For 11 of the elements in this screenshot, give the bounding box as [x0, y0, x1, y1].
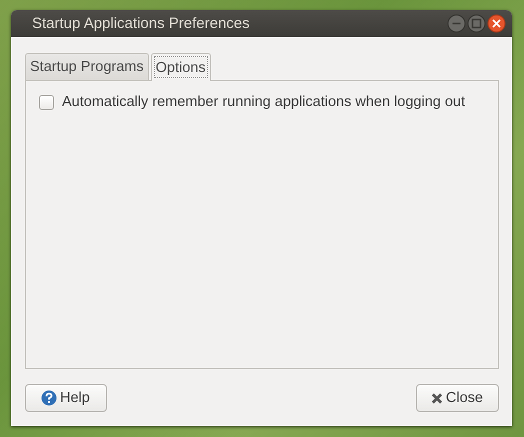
tab[interactable]: Options	[150, 53, 211, 81]
checkbox-label[interactable]: Automatically remember running applications when logging out	[62, 94, 466, 110]
close-button[interactable]: Close	[416, 384, 499, 412]
close-icon[interactable]	[487, 14, 506, 33]
tab[interactable]: Startup Programs	[25, 53, 149, 80]
close-icon	[431, 392, 443, 404]
checkbox[interactable]	[39, 94, 54, 110]
help-icon	[41, 390, 57, 406]
help-button[interactable]: Help	[25, 384, 107, 412]
minimize-icon[interactable]	[447, 14, 466, 33]
window-title: Startup Applications Preferences	[32, 15, 251, 32]
